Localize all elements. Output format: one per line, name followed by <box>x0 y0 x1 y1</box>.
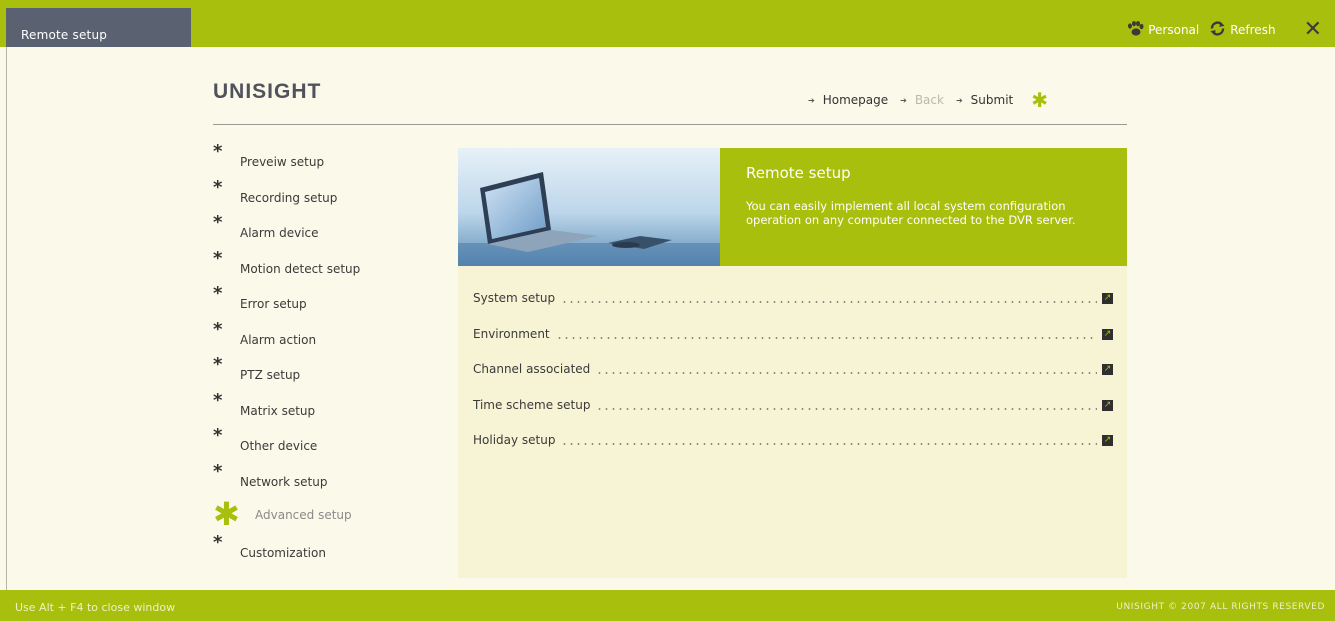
sidebar-item-recording-setup[interactable]: * Recording setup <box>213 176 443 217</box>
top-nav: ➔ Homepage ➔ Back ➔ Submit ✱ <box>808 88 1049 112</box>
sidebar-item-label: Alarm action <box>240 332 317 347</box>
homepage-link[interactable]: ➔ Homepage <box>808 93 888 107</box>
laptop-illustration <box>458 148 720 266</box>
menu-item-label: System setup <box>473 291 556 305</box>
go-arrow-icon[interactable]: ↗ <box>1102 364 1113 375</box>
hero-title: Remote setup <box>746 164 851 182</box>
footer: Use Alt + F4 to close window UNISIGHT © … <box>0 590 1335 621</box>
refresh-label: Refresh <box>1230 23 1276 37</box>
asterisk-icon: * <box>213 283 223 304</box>
window-border <box>6 47 7 590</box>
dotted-leader <box>561 436 1097 446</box>
menu-item-label: Channel associated <box>473 362 591 376</box>
sidebar-item-motion-detect-setup[interactable]: * Motion detect setup <box>213 247 443 288</box>
homepage-label: Homepage <box>822 93 889 107</box>
asterisk-icon: ✱ <box>1031 88 1049 112</box>
close-icon[interactable]: ✕ <box>1304 19 1322 41</box>
menu-item-label: Environment <box>473 326 550 341</box>
top-actions: Personal Refresh ✕ <box>1127 18 1322 42</box>
dotted-leader <box>596 400 1097 411</box>
asterisk-icon: * <box>213 141 223 162</box>
title-bar: Remote setup Personal Refresh ✕ <box>0 0 1335 47</box>
window-title: Remote setup <box>21 28 108 42</box>
logo: UNISIGHT <box>213 80 322 103</box>
asterisk-icon: * <box>213 531 223 553</box>
asterisk-icon: * <box>213 212 223 233</box>
asterisk-icon: * <box>213 425 223 446</box>
sidebar: * Preveiw setup * Recording setup * Alar… <box>213 141 443 572</box>
submit-label: Submit <box>970 93 1014 107</box>
sidebar-item-label: Matrix setup <box>240 403 316 418</box>
sidebar-item-error-setup[interactable]: * Error setup <box>213 283 443 323</box>
settings-menu: System setup ↗ Environment ↗ Channel ass… <box>473 291 1113 469</box>
sidebar-item-ptz-setup[interactable]: * PTZ setup <box>213 354 443 394</box>
sidebar-item-preview-setup[interactable]: * Preveiw setup <box>213 141 443 181</box>
sidebar-item-label: Motion detect setup <box>240 261 361 276</box>
menu-item-channel-associated[interactable]: Channel associated ↗ <box>473 362 1113 398</box>
menu-item-holiday-setup[interactable]: Holiday setup ↗ <box>473 433 1113 469</box>
menu-item-system-setup[interactable]: System setup ↗ <box>473 291 1113 327</box>
personal-button[interactable]: Personal <box>1127 21 1199 39</box>
go-arrow-icon[interactable]: ↗ <box>1102 435 1113 446</box>
sidebar-item-label: Alarm device <box>240 226 319 240</box>
sidebar-item-label: Customization <box>240 545 326 560</box>
sidebar-item-label: PTZ setup <box>240 368 301 382</box>
sidebar-item-label: Error setup <box>240 297 307 311</box>
sidebar-item-network-setup[interactable]: * Network setup <box>213 460 443 501</box>
submit-link[interactable]: ➔ Submit <box>956 93 1013 107</box>
paw-icon <box>1127 21 1144 39</box>
dotted-leader <box>555 329 1097 340</box>
sidebar-item-label: Advanced setup <box>255 508 352 522</box>
sidebar-item-advanced-setup[interactable]: ✱ Advanced setup <box>213 495 443 536</box>
go-arrow-icon[interactable]: ↗ <box>1102 293 1113 304</box>
refresh-button[interactable]: Refresh <box>1209 20 1276 40</box>
sidebar-item-customization[interactable]: * Customization <box>213 531 443 572</box>
sidebar-item-label: Network setup <box>240 474 328 489</box>
sidebar-item-label: Preveiw setup <box>240 155 325 169</box>
header-divider <box>213 124 1127 125</box>
refresh-icon <box>1209 20 1226 40</box>
asterisk-icon: * <box>213 460 223 482</box>
menu-item-label: Time scheme setup <box>473 397 591 412</box>
sidebar-item-label: Recording setup <box>240 190 338 205</box>
sidebar-item-alarm-action[interactable]: * Alarm action <box>213 318 443 359</box>
asterisk-icon: * <box>213 176 223 198</box>
sidebar-item-matrix-setup[interactable]: * Matrix setup <box>213 389 443 430</box>
arrow-right-icon: ➔ <box>900 95 907 105</box>
close-hint: Use Alt + F4 to close window <box>15 601 176 614</box>
sidebar-item-alarm-device[interactable]: * Alarm device <box>213 212 443 252</box>
arrow-right-icon: ➔ <box>955 95 963 105</box>
sidebar-item-other-device[interactable]: * Other device <box>213 425 443 465</box>
sidebar-item-label: Other device <box>240 439 318 453</box>
content-panel: Remote setup You can easily implement al… <box>458 148 1127 578</box>
asterisk-icon: * <box>213 247 223 269</box>
menu-item-time-scheme-setup[interactable]: Time scheme setup ↗ <box>473 398 1113 434</box>
menu-item-environment[interactable]: Environment ↗ <box>473 327 1113 363</box>
window-tab: Remote setup <box>6 8 191 47</box>
hero-panel: Remote setup You can easily implement al… <box>720 148 1127 266</box>
dotted-leader <box>561 294 1097 304</box>
back-link[interactable]: ➔ Back <box>900 93 944 107</box>
dotted-leader <box>596 365 1097 375</box>
hero-description: You can easily implement all local syste… <box>746 199 1076 227</box>
personal-label: Personal <box>1148 23 1200 37</box>
arrow-right-icon: ➔ <box>808 95 815 105</box>
asterisk-icon: * <box>213 389 223 411</box>
go-arrow-icon[interactable]: ↗ <box>1102 328 1113 340</box>
go-arrow-icon[interactable]: ↗ <box>1102 399 1113 411</box>
asterisk-icon: * <box>213 354 223 375</box>
copyright: UNISIGHT © 2007 ALL RIGHTS RESERVED <box>1116 602 1325 612</box>
asterisk-icon: * <box>213 318 223 340</box>
asterisk-icon: ✱ <box>213 495 240 533</box>
menu-item-label: Holiday setup <box>473 433 556 447</box>
back-label: Back <box>914 93 944 107</box>
